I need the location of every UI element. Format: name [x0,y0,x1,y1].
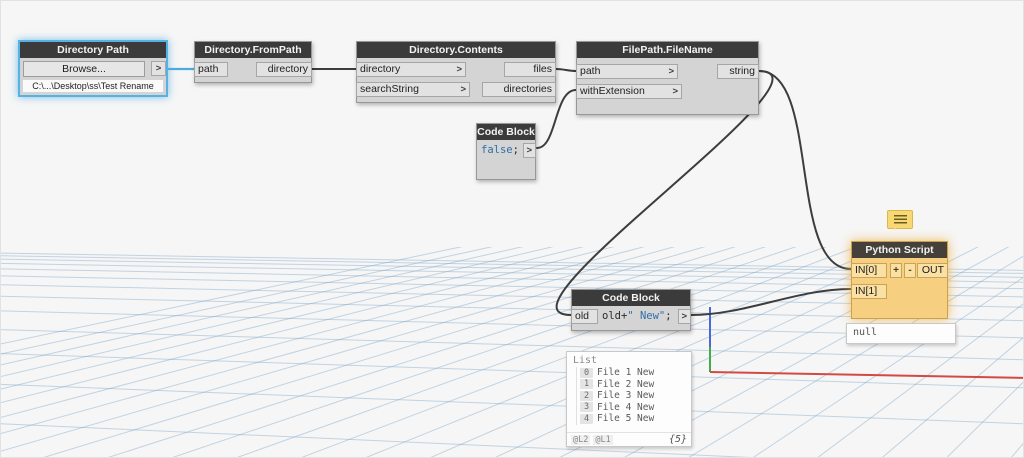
port-output-string[interactable]: string [717,64,759,79]
list-item: 0 File 1 New [580,367,691,379]
port-output-directories[interactable]: directories [482,82,556,97]
list-item: 1 File 2 New [580,379,691,391]
code-text[interactable]: old+" New"; [602,309,672,324]
port-input-directory[interactable]: directory > [356,62,466,77]
node-title[interactable]: Code Block [572,290,690,306]
item-index: 1 [580,379,593,390]
port-label: old [575,310,590,322]
node-python-script[interactable]: Python Script IN[0] + - OUT IN[1] [851,241,948,319]
item-value: File 4 New [597,401,655,413]
preview-value: null [853,327,878,338]
port-input-withextension[interactable]: withExtension > [576,84,682,99]
port-input-path[interactable]: path > [576,64,678,79]
code-expression: old+ [602,310,628,322]
port-output-files[interactable]: files [504,62,556,77]
add-input-button[interactable]: + [890,263,902,278]
item-value: File 1 New [597,367,655,379]
code-suffix: ; [665,310,672,322]
item-index: 4 [580,413,593,424]
wire-codeblock-to-python-in1[interactable] [690,288,852,316]
port-label: string [729,65,755,77]
item-value: File 5 New [597,413,655,425]
port-input-path[interactable]: path [194,62,228,77]
wire-files-to-path[interactable] [555,68,577,72]
port-input-searchstring[interactable]: searchString > [356,82,470,97]
port-output-directory-path[interactable]: > [151,61,166,76]
port-output-out[interactable]: OUT [917,263,948,278]
default-value-chevron-icon[interactable]: > [666,85,678,98]
node-directory-contents[interactable]: Directory.Contents directory > searchStr… [356,41,556,103]
node-title[interactable]: Directory.FromPath [195,42,311,58]
port-label: searchString [360,83,419,95]
port-output-codeblock-false[interactable]: > [523,143,536,158]
code-keyword: false [481,144,513,156]
port-label: IN[1] [855,285,878,297]
selected-path-value: C:\...\Desktop\ss\Test Rename [22,79,164,93]
x-axis [709,371,1023,379]
node-title[interactable]: Code Block [477,124,535,140]
default-value-chevron-icon[interactable]: > [454,83,466,96]
default-value-chevron-icon[interactable]: > [450,63,462,76]
port-chevron-icon: > [155,63,162,74]
remove-input-button[interactable]: - [904,263,916,278]
note-text-lines-icon [893,215,907,224]
node-title[interactable]: Directory Path [20,42,166,58]
level-badge[interactable]: @L1 [593,434,613,445]
python-output-preview[interactable]: null [846,323,956,344]
port-label: files [533,63,552,75]
node-code-block-append[interactable]: Code Block old old+" New"; > [571,289,691,331]
node-title[interactable]: FilePath.FileName [577,42,758,58]
list-output-preview[interactable]: List 0 File 1 New 1 File 2 New 2 File 3 … [566,351,692,447]
port-input-old[interactable]: old [571,309,598,324]
port-label: path [580,65,601,77]
node-title[interactable]: Directory.Contents [357,42,555,58]
port-chevron-icon: > [681,311,687,322]
port-output-codeblock-append[interactable]: > [678,309,691,324]
node-title[interactable]: Python Script [852,242,947,258]
preview-list-items: 0 File 1 New 1 File 2 New 2 File 3 New 3… [576,367,691,425]
item-value: File 3 New [597,390,655,402]
preview-footer: @L2 @L1 {5} [567,432,691,446]
level-badge[interactable]: @L2 [571,434,591,445]
node-code-block-false[interactable]: Code Block false; > [476,123,536,180]
port-label: directory [360,63,401,75]
wire-string-to-python-in0[interactable] [758,70,852,270]
node-directory-path[interactable]: Directory Path Browse... > C:\...\Deskto… [18,40,168,97]
port-input-in0[interactable]: IN[0] [851,263,887,278]
item-index: 0 [580,367,593,378]
list-item: 2 File 3 New [580,390,691,402]
item-value: File 2 New [597,378,655,390]
port-label: withExtension [580,85,645,97]
code-text[interactable]: false; [481,143,519,158]
port-output-directory[interactable]: directory [256,62,312,77]
port-label: IN[0] [855,264,878,276]
node-filepath-filename[interactable]: FilePath.FileName path > withExtension >… [576,41,759,115]
list-count: {5} [668,434,687,445]
item-index: 3 [580,402,593,413]
list-item: 3 File 4 New [580,402,691,414]
preview-list-title: List [573,355,598,366]
port-label: OUT [921,264,944,276]
dynamo-workspace[interactable]: Directory Path Browse... > C:\...\Deskto… [0,0,1024,458]
code-string: " New" [627,310,666,322]
port-label: directories [503,83,552,95]
port-label: path [198,63,219,75]
port-input-in1[interactable]: IN[1] [851,284,887,299]
item-index: 2 [580,390,593,401]
comment-bubble-icon[interactable] [887,210,913,230]
port-chevron-icon: > [526,145,532,156]
default-value-chevron-icon[interactable]: > [662,65,674,78]
node-directory-frompath[interactable]: Directory.FromPath path directory [194,41,312,83]
port-label: directory [267,63,308,75]
browse-button[interactable]: Browse... [23,61,145,77]
list-item: 4 File 5 New [580,413,691,425]
code-suffix: ; [512,144,519,156]
